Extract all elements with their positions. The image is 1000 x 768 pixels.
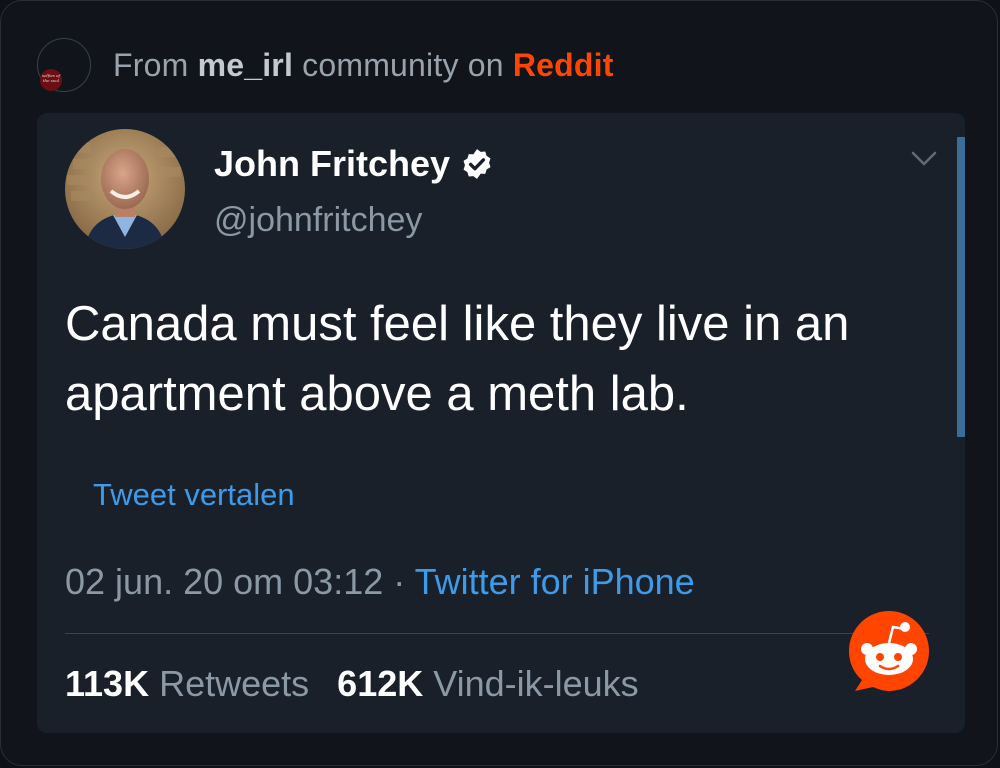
retweets-stat[interactable]: 113K Retweets [65,663,309,704]
tweet-card: John Fritchey @johnfritchey Canada must … [37,113,965,733]
community-badge-text: selfies of the soul [42,73,60,83]
author-avatar[interactable] [65,129,185,249]
source-line: From me_irl community on Reddit [113,47,614,84]
tweet-meta: 02 jun. 20 om 03:12 · Twitter for iPhone [65,561,695,603]
community-badge: selfies of the soul [40,69,62,91]
divider [65,633,929,634]
retweets-label: Retweets [159,663,310,704]
likes-count: 612K [337,663,424,704]
verified-badge-icon [463,149,491,179]
community-middle-text: community on [302,46,504,83]
meta-separator: · [383,561,415,602]
from-prefix: From [113,46,189,83]
author-name-row: John Fritchey [214,143,494,185]
platform-name[interactable]: Reddit [513,47,614,83]
tweet-timestamp[interactable]: 02 jun. 20 om 03:12 [65,561,383,602]
chevron-down-icon[interactable] [911,151,937,167]
source-header: selfies of the soul From me_irl communit… [37,37,614,93]
community-name[interactable]: me_irl [198,47,293,83]
tweet-stats: 113K Retweets 612K Vind-ik-leuks [65,663,639,705]
likes-stat[interactable]: 612K Vind-ik-leuks [337,663,639,704]
community-avatar[interactable]: selfies of the soul [37,38,91,92]
retweets-count: 113K [65,663,150,704]
reddit-snoo-icon [849,611,929,691]
scrollbar[interactable] [957,137,965,437]
tweet-text: Canada must feel like they live in an ap… [65,297,850,421]
author-photo [65,129,185,249]
likes-label: Vind-ik-leuks [433,663,639,704]
author-name[interactable]: John Fritchey [214,143,450,185]
author-handle[interactable]: @johnfritchey [214,201,422,240]
post-frame: selfies of the soul From me_irl communit… [0,0,998,766]
tweet-source[interactable]: Twitter for iPhone [415,561,695,602]
translate-tweet-link[interactable]: Tweet vertalen [93,477,295,513]
